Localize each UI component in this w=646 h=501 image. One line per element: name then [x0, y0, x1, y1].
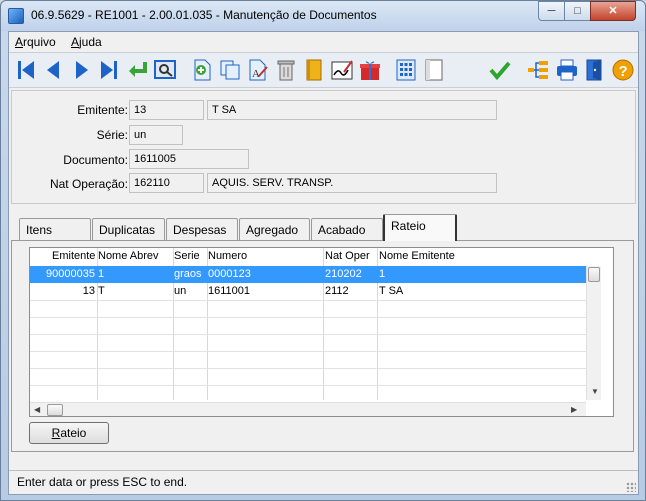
column-header-nat-oper[interactable]: Nat Oper [325, 250, 370, 262]
tabs-area: Itens Duplicatas Despesas Agregado Acaba… [11, 212, 636, 466]
tab-duplicatas[interactable]: Duplicatas [92, 218, 165, 240]
status-text: Enter data or press ESC to end. [17, 475, 188, 489]
edit-icon[interactable]: A [245, 57, 271, 83]
rateio-button[interactable]: Rateio [29, 422, 109, 444]
documento-field[interactable]: 1611005 [129, 149, 249, 169]
cell-emitente: 13 [82, 285, 95, 297]
svg-text:?: ? [619, 63, 628, 80]
help-icon[interactable]: ? [610, 57, 636, 83]
table-row[interactable]: 90000035 1 graos 0000123 210202 1 [30, 266, 590, 283]
window-title: 06.9.5629 - RE1001 - 2.00.01.035 - Manut… [31, 8, 377, 22]
vertical-scrollbar[interactable]: ▼ [586, 266, 601, 400]
table-row[interactable]: 13 T un 1611001 2112 T SA [30, 283, 590, 300]
row-divider [30, 368, 590, 369]
first-record-icon[interactable] [13, 57, 39, 83]
rateio-tab-panel: Emitente Nome Abrev Serie Numero Nat Ope… [11, 240, 634, 452]
new-document-icon[interactable] [189, 57, 215, 83]
menu-arquivo[interactable]: Arquivo [15, 35, 56, 49]
column-header-serie[interactable]: Serie [174, 250, 200, 262]
menu-ajuda[interactable]: Ajuda [71, 35, 102, 49]
cell-nome-abrev: T [98, 285, 105, 297]
row-divider [30, 334, 590, 335]
cell-nome-abrev: 1 [98, 268, 105, 280]
next-record-icon[interactable] [69, 57, 95, 83]
tab-acabado[interactable]: Acabado [311, 218, 383, 240]
goto-icon[interactable] [125, 57, 151, 83]
status-bar: Enter data or press ESC to end. [9, 470, 638, 494]
cell-nat-oper: 2112 [325, 285, 349, 297]
column-header-emitente[interactable]: Emitente [52, 250, 95, 262]
serie-field[interactable]: un [129, 125, 183, 145]
previous-record-icon[interactable] [40, 57, 66, 83]
scroll-down-arrow-icon[interactable]: ▼ [591, 387, 599, 396]
cell-numero: 1611001 [208, 285, 251, 297]
column-header-nome-emitente[interactable]: Nome Emitente [379, 250, 455, 262]
gift-icon[interactable] [357, 57, 383, 83]
rateio-grid[interactable]: Emitente Nome Abrev Serie Numero Nat Ope… [29, 247, 614, 417]
svg-text:A: A [252, 68, 260, 80]
last-record-icon[interactable] [96, 57, 122, 83]
cell-serie: graos [174, 268, 202, 280]
sign-document-icon[interactable] [329, 57, 355, 83]
serie-label: Série: [96, 128, 128, 142]
document-header-panel: Emitente: 13 T SA Série: un Documento: 1… [11, 90, 636, 204]
resize-grip-icon[interactable] [626, 482, 636, 492]
confirm-icon[interactable] [487, 57, 513, 83]
exit-icon[interactable] [582, 57, 608, 83]
tree-structure-icon[interactable] [525, 57, 551, 83]
emitente-name-field: T SA [207, 100, 497, 120]
tab-itens[interactable]: Itens [19, 218, 91, 240]
nat-operacao-code-field[interactable]: 162110 [129, 173, 204, 193]
minimize-button[interactable]: ─ [538, 1, 565, 21]
column-header-numero[interactable]: Numero [208, 250, 247, 262]
cell-nome-emitente: 1 [379, 268, 386, 280]
app-icon [8, 8, 24, 24]
row-divider [30, 300, 590, 301]
blank-page-icon[interactable] [421, 57, 447, 83]
calculator-icon[interactable] [393, 57, 419, 83]
cell-numero: 0000123 [208, 268, 251, 280]
column-header-nome-abrev[interactable]: Nome Abrev [98, 250, 159, 262]
nat-operacao-desc-field: AQUIS. SERV. TRANSP. [207, 173, 497, 193]
nat-operacao-label: Nat Operação: [49, 177, 128, 191]
tab-despesas[interactable]: Despesas [166, 218, 238, 240]
maximize-button[interactable]: □ [564, 1, 591, 21]
horizontal-scroll-thumb[interactable] [47, 404, 63, 416]
print-icon[interactable] [554, 57, 580, 83]
search-icon[interactable] [152, 57, 178, 83]
grid-header: Emitente Nome Abrev Serie Numero Nat Ope… [30, 248, 590, 266]
row-divider [30, 351, 590, 352]
application-window: 06.9.5629 - RE1001 - 2.00.01.035 - Manut… [0, 0, 646, 501]
row-divider [30, 317, 590, 318]
cell-emitente: 90000035 [46, 268, 95, 280]
emitente-label: Emitente: [77, 103, 128, 117]
scroll-right-arrow-icon[interactable]: ▶ [571, 405, 577, 414]
horizontal-scrollbar[interactable]: ◀ ▶ [30, 402, 586, 416]
emitente-code-field[interactable]: 13 [129, 100, 204, 120]
title-bar[interactable]: 06.9.5629 - RE1001 - 2.00.01.035 - Manut… [1, 1, 645, 31]
copy-icon[interactable] [217, 57, 243, 83]
book-icon[interactable] [301, 57, 327, 83]
tab-rateio[interactable]: Rateio [383, 214, 457, 241]
menu-bar: Arquivo Ajuda [9, 32, 638, 52]
client-area: Arquivo Ajuda A ? Emitente: 13 T SA Séri… [8, 31, 639, 495]
cell-nat-oper: 210202 [325, 268, 362, 280]
tab-agregado[interactable]: Agregado [239, 218, 310, 240]
delete-icon[interactable] [273, 57, 299, 83]
documento-label: Documento: [63, 153, 128, 167]
scroll-left-arrow-icon[interactable]: ◀ [34, 405, 40, 414]
vertical-scroll-thumb[interactable] [588, 267, 600, 282]
row-divider [30, 385, 590, 386]
cell-nome-emitente: T SA [379, 285, 404, 297]
toolbar: A ? [9, 52, 638, 88]
cell-serie: un [174, 285, 187, 297]
close-button[interactable]: ✕ [590, 1, 636, 21]
